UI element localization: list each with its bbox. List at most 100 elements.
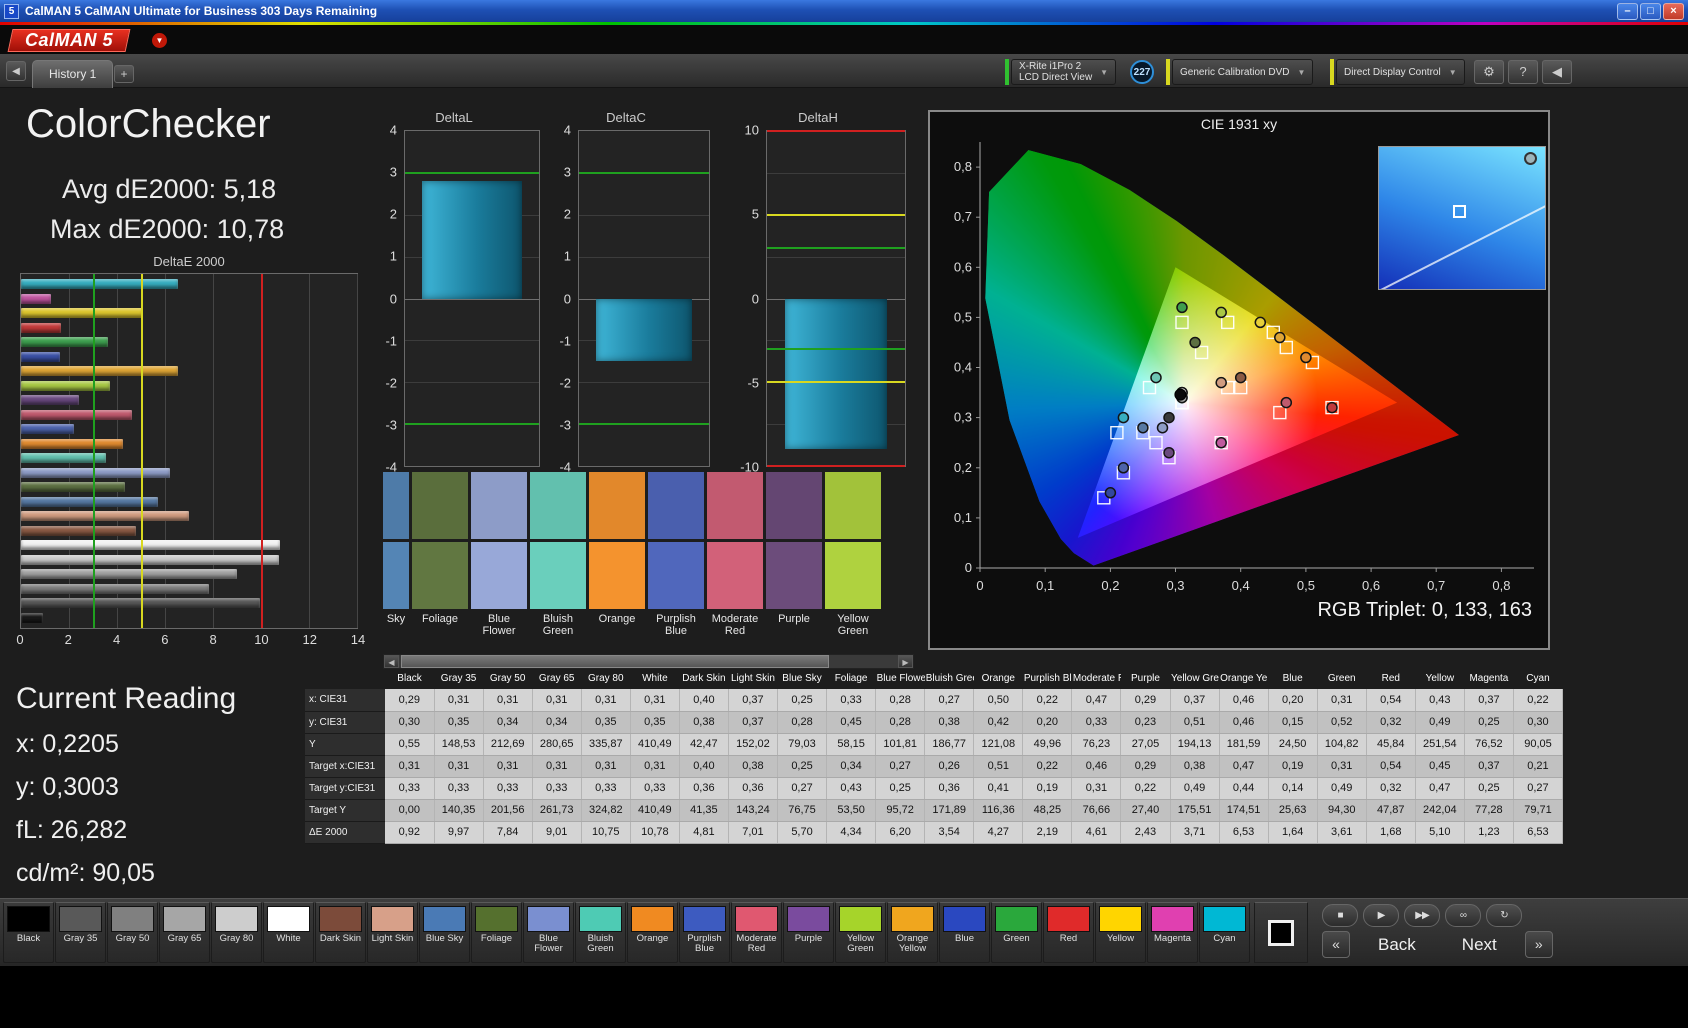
deltae-bar-magenta (21, 294, 51, 304)
maximize-button[interactable]: □ (1640, 3, 1661, 20)
cie-panel: CIE 1931 xy 000,10,10,20,20,30,30,40,40,… (928, 110, 1550, 650)
patch-button-gray-50[interactable]: Gray 50 (107, 902, 158, 963)
pattern-window-button[interactable] (1254, 902, 1308, 963)
swatch-column-purplish-blue: Purplish Blue (648, 472, 704, 652)
patch-button-gray-80[interactable]: Gray 80 (211, 902, 262, 963)
minimize-button[interactable]: – (1617, 3, 1638, 20)
collapse-left-icon[interactable]: ◀ (6, 61, 26, 81)
patch-button-moderate-red[interactable]: Moderate Red (731, 902, 782, 963)
tab-history-1[interactable]: History 1 (32, 60, 113, 89)
gridline (767, 257, 905, 258)
axis-tick-label: 2 (564, 207, 571, 222)
gear-icon[interactable]: ⚙ (1474, 60, 1504, 84)
patch-button-cyan[interactable]: Cyan (1199, 902, 1250, 963)
cie-y-tick-label: 0,5 (954, 309, 972, 324)
patch-swatch (319, 906, 362, 932)
deltal-chart: DeltaL 43210-1-2-3-4 (368, 110, 540, 467)
table-cell: 0,54 (1366, 689, 1415, 711)
patch-button-magenta[interactable]: Magenta (1147, 902, 1198, 963)
step-button[interactable]: ▶▶ (1404, 904, 1440, 927)
patch-label: Cyan (1200, 933, 1249, 944)
patch-button-gray-65[interactable]: Gray 65 (159, 902, 210, 963)
table-cell: 0,32 (1366, 777, 1415, 799)
table-cell: 0,40 (679, 755, 728, 777)
close-button[interactable]: × (1663, 3, 1684, 20)
table-row: Target y:CIE310,330,330,330,330,330,330,… (305, 777, 1563, 799)
patch-button-orange[interactable]: Orange (627, 902, 678, 963)
patch-swatch (839, 906, 882, 932)
collapse-right-icon[interactable]: ◀ (1542, 60, 1572, 84)
patch-button-dark-skin[interactable]: Dark Skin (315, 902, 366, 963)
table-cell: 0,31 (434, 689, 483, 711)
table-cell: 0,30 (385, 711, 434, 733)
table-cell: 0,27 (1513, 777, 1562, 799)
patch-button-yellow-green[interactable]: Yellow Green (835, 902, 886, 963)
column-header-blue: Blue (1268, 668, 1317, 689)
table-cell: 0,46 (1219, 689, 1268, 711)
back-chevron-icon[interactable]: « (1322, 931, 1350, 958)
patch-button-white[interactable]: White (263, 902, 314, 963)
table-cell: 0,00 (385, 799, 434, 821)
table-cell: 0,38 (679, 711, 728, 733)
next-chevron-icon[interactable]: » (1525, 931, 1553, 958)
table-cell: 27,05 (1121, 733, 1170, 755)
scroll-left-icon[interactable]: ◀ (384, 655, 399, 668)
measured-swatch (825, 542, 881, 609)
meter-dropdown[interactable]: X-Rite i1Pro 2 LCD Direct View ▼ (1005, 59, 1116, 85)
patch-label: Gray 65 (160, 933, 209, 944)
patch-swatch (891, 906, 934, 932)
patch-button-light-skin[interactable]: Light Skin (367, 902, 418, 963)
avg-de2000-label: Avg dE2000: 5,18 (62, 174, 276, 205)
table-cell: 0,31 (1072, 777, 1121, 799)
display-control-dropdown[interactable]: Direct Display Control ▼ (1330, 59, 1465, 85)
back-button[interactable]: Back (1360, 931, 1434, 958)
patch-button-purple[interactable]: Purple (783, 902, 834, 963)
deltae-bar-row (21, 553, 357, 568)
deltae-bar-row (21, 408, 357, 423)
patch-button-black[interactable]: Black (3, 902, 54, 963)
table-row: Y0,55148,53212,69280,65335,87410,4942,47… (305, 733, 1563, 755)
next-button[interactable]: Next (1444, 931, 1515, 958)
play-button[interactable]: ▶ (1363, 904, 1399, 927)
add-tab-button[interactable]: + (114, 65, 134, 83)
patch-button-gray-35[interactable]: Gray 35 (55, 902, 106, 963)
scrollbar-thumb[interactable] (401, 655, 829, 668)
patch-label: Dark Skin (316, 933, 365, 944)
swatch-scrollbar[interactable]: ◀ ▶ (383, 654, 914, 669)
stop-button[interactable]: ■ (1322, 904, 1358, 927)
pattern-source-dropdown[interactable]: Generic Calibration DVD ▼ (1166, 59, 1313, 85)
patch-button-foliage[interactable]: Foliage (471, 902, 522, 963)
patch-button-blue-sky[interactable]: Blue Sky (419, 902, 470, 963)
table-cell: 0,38 (1170, 755, 1219, 777)
row-label: Target Y (305, 799, 385, 821)
reference-line-green (405, 172, 539, 174)
swatch-label: Blue Flower (471, 613, 527, 637)
patch-button-yellow[interactable]: Yellow (1095, 902, 1146, 963)
table-cell: 0,27 (925, 689, 974, 711)
continuous-button[interactable]: ∞ (1445, 904, 1481, 927)
patch-button-blue[interactable]: Blue (939, 902, 990, 963)
patch-button-bluish-green[interactable]: Bluish Green (575, 902, 626, 963)
logo-menu-caret-icon[interactable]: ▼ (152, 33, 167, 48)
patch-button-red[interactable]: Red (1043, 902, 1094, 963)
navigation-buttons: « Back Next » (1322, 931, 1553, 958)
deltae-bar-row (21, 466, 357, 481)
zero-line (405, 299, 539, 300)
patch-button-purplish-blue[interactable]: Purplish Blue (679, 902, 730, 963)
reference-line-green (579, 423, 709, 425)
table-cell: 77,28 (1464, 799, 1513, 821)
help-icon[interactable]: ? (1508, 60, 1538, 84)
table-cell: 251,54 (1415, 733, 1464, 755)
table-cell: 0,25 (876, 777, 925, 799)
axis-tick-label: 12 (302, 632, 316, 647)
loop-button[interactable]: ↻ (1486, 904, 1522, 927)
ambient-reading-badge[interactable]: 227 (1130, 60, 1154, 84)
scroll-right-icon[interactable]: ▶ (898, 655, 913, 668)
patch-swatch (111, 906, 154, 932)
patch-button-orange-yellow[interactable]: Orange Yellow (887, 902, 938, 963)
patch-button-green[interactable]: Green (991, 902, 1042, 963)
table-cell: 25,63 (1268, 799, 1317, 821)
patch-button-blue-flower[interactable]: Blue Flower (523, 902, 574, 963)
table-cell: 0,20 (1268, 689, 1317, 711)
patch-label: Green (992, 933, 1041, 944)
